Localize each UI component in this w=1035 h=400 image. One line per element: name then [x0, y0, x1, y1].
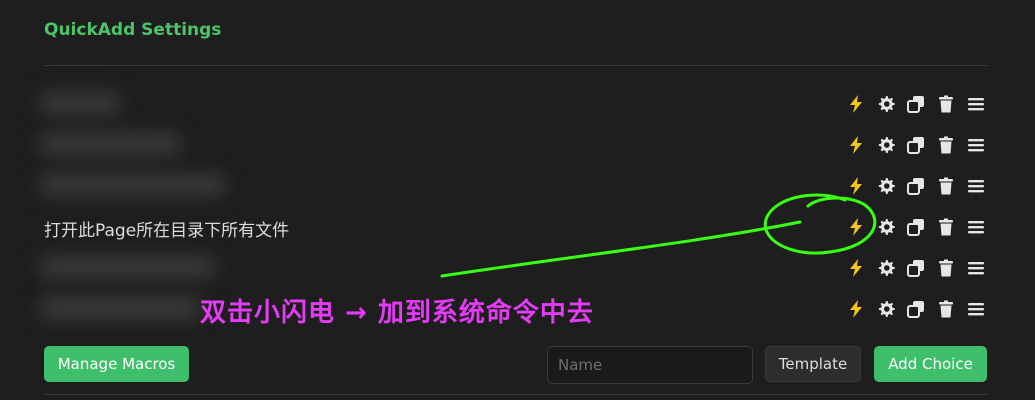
trash-icon[interactable] [935, 298, 957, 320]
lightning-icon[interactable] [845, 216, 867, 238]
trash-icon[interactable] [935, 257, 957, 279]
choice-row-actions [845, 216, 987, 238]
lightning-icon[interactable] [845, 175, 867, 197]
drag-handle-icon[interactable] [965, 298, 987, 320]
drag-handle-icon[interactable] [965, 93, 987, 115]
choice-row-actions [845, 257, 987, 279]
trash-icon[interactable] [935, 175, 957, 197]
drag-handle-icon[interactable] [965, 257, 987, 279]
blurred-choice-label [40, 256, 215, 278]
blurred-choice-label [40, 174, 225, 196]
drag-handle-icon[interactable] [965, 175, 987, 197]
duplicate-icon[interactable] [905, 134, 927, 156]
lightning-icon[interactable] [845, 93, 867, 115]
gear-icon[interactable] [875, 93, 897, 115]
lightning-icon[interactable] [845, 257, 867, 279]
annotation-text: 双击小闪电 → 加到系统命令中去 [200, 298, 594, 328]
drag-handle-icon[interactable] [965, 216, 987, 238]
choice-label: 打开此Page所在目录下所有文件 [44, 221, 290, 241]
duplicate-icon[interactable] [905, 175, 927, 197]
gear-icon[interactable] [875, 257, 897, 279]
blurred-choice-label [40, 297, 200, 319]
annotation-drawing [440, 193, 877, 278]
template-button[interactable]: Template [765, 346, 861, 382]
blurred-choice-label [40, 92, 120, 114]
choice-row-actions [845, 175, 987, 197]
bottom-divider [44, 394, 987, 395]
choice-row-actions [845, 93, 987, 115]
duplicate-icon[interactable] [905, 93, 927, 115]
gear-icon[interactable] [875, 298, 897, 320]
lightning-icon[interactable] [845, 134, 867, 156]
name-input[interactable] [547, 346, 753, 384]
duplicate-icon[interactable] [905, 298, 927, 320]
manage-macros-button[interactable]: Manage Macros [44, 346, 189, 382]
blurred-choice-label [40, 133, 180, 155]
gear-icon[interactable] [875, 175, 897, 197]
annotation-arrow-line [440, 220, 802, 278]
gear-icon[interactable] [875, 216, 897, 238]
duplicate-icon[interactable] [905, 257, 927, 279]
choice-row-actions [845, 134, 987, 156]
trash-icon[interactable] [935, 216, 957, 238]
gear-icon[interactable] [875, 134, 897, 156]
duplicate-icon[interactable] [905, 216, 927, 238]
drag-handle-icon[interactable] [965, 134, 987, 156]
choice-row-actions [845, 298, 987, 320]
trash-icon[interactable] [935, 93, 957, 115]
top-divider [44, 65, 987, 66]
lightning-icon[interactable] [845, 298, 867, 320]
trash-icon[interactable] [935, 134, 957, 156]
page-title: QuickAdd Settings [44, 20, 222, 40]
add-choice-button[interactable]: Add Choice [874, 346, 987, 382]
